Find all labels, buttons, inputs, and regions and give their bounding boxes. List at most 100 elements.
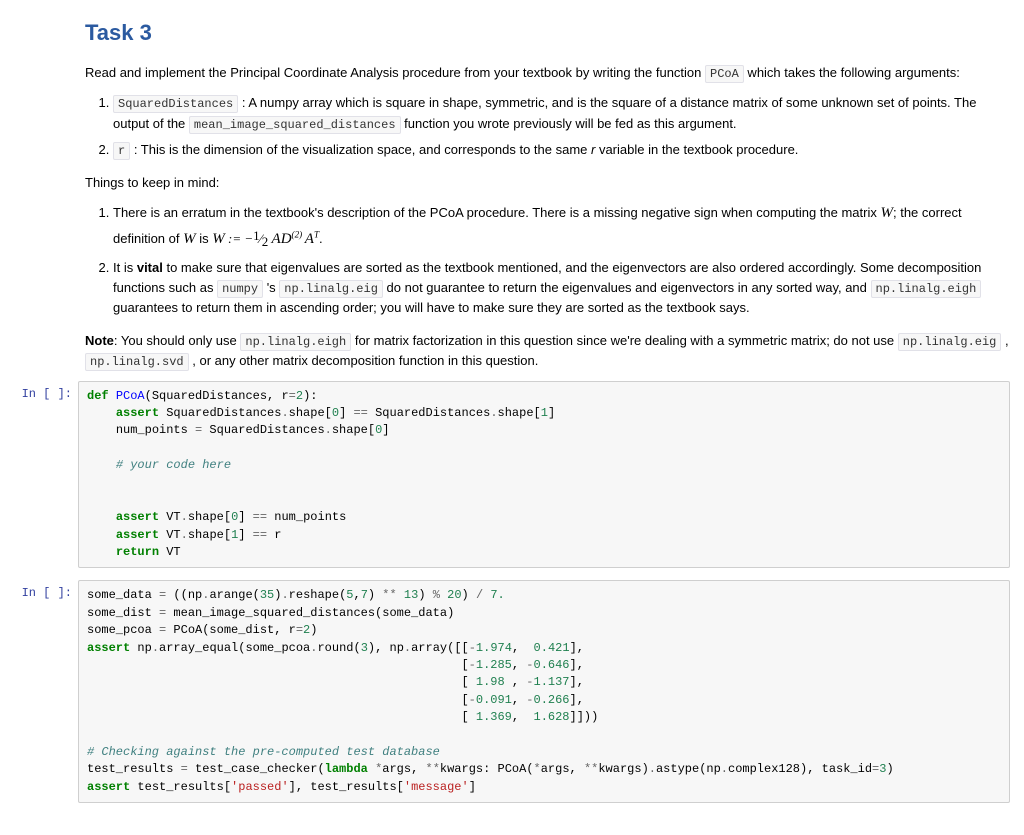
l2-m: shape[ bbox=[289, 406, 332, 420]
notebook: Task 3 Read and implement the Principal … bbox=[0, 0, 1024, 835]
l5-mid: ] bbox=[238, 510, 252, 524]
l1-op: = bbox=[289, 389, 296, 403]
l5-indent bbox=[87, 510, 116, 524]
math-formula: W := −1⁄2 AD(2) AT bbox=[212, 231, 319, 246]
l2-indent bbox=[87, 406, 116, 420]
blank1 bbox=[87, 441, 116, 455]
l4-indent bbox=[87, 458, 116, 472]
l6-kw: assert bbox=[116, 528, 159, 542]
intro-text-a: Read and implement the Principal Coordin… bbox=[85, 65, 705, 80]
l2-rest2: SquaredDistances bbox=[368, 406, 490, 420]
l6-mid: ] bbox=[238, 528, 252, 542]
c2l5: # Checking against the pre-computed test… bbox=[87, 745, 440, 759]
c2l4b: [-1.285, -0.646], bbox=[87, 658, 584, 672]
l5-rest: VT bbox=[159, 510, 181, 524]
c2l2: some_dist = mean_image_squared_distances… bbox=[87, 606, 454, 620]
note2-d: do not guarantee to return the eigenvalu… bbox=[383, 280, 871, 295]
c2l6: test_results = test_case_checker(lambda … bbox=[87, 762, 894, 776]
code-cell-2: In [ ]: some_data = ((np.arange(35).resh… bbox=[0, 580, 1024, 815]
note-code1: np.linalg.eigh bbox=[240, 333, 351, 351]
l6-m: shape[ bbox=[188, 528, 231, 542]
l6-op: . bbox=[181, 528, 188, 542]
l5-op2: == bbox=[253, 510, 267, 524]
c2l4d: [-0.091, -0.266], bbox=[87, 693, 584, 707]
note2-c: 's bbox=[263, 280, 279, 295]
l5-rest2: num_points bbox=[267, 510, 346, 524]
pcoa-code: PCoA bbox=[705, 65, 744, 83]
note-paragraph: Note: You should only use np.linalg.eigh… bbox=[85, 331, 1010, 371]
l3-end: ] bbox=[382, 423, 389, 437]
intro-text-b: which takes the following arguments: bbox=[744, 65, 960, 80]
note2-bold: vital bbox=[137, 260, 163, 275]
l7-rest: VT bbox=[159, 545, 181, 559]
math-W1: W bbox=[880, 205, 893, 220]
arg2-desc-a: : This is the dimension of the visualiza… bbox=[130, 142, 591, 157]
l1-close: ): bbox=[303, 389, 317, 403]
l6-rest: VT bbox=[159, 528, 181, 542]
l3-op2: . bbox=[325, 423, 332, 437]
l5-op: . bbox=[181, 510, 188, 524]
l2-op2: == bbox=[353, 406, 367, 420]
c2l4c: [ 1.98 , -1.137], bbox=[87, 675, 584, 689]
arg1-code: SquaredDistances bbox=[113, 95, 238, 113]
l1-num: 2 bbox=[296, 389, 303, 403]
arg1-desc-b: function you wrote previously will be fe… bbox=[401, 116, 737, 131]
l2-op3: . bbox=[490, 406, 497, 420]
arg-item-1: SquaredDistances : A numpy array which i… bbox=[113, 93, 1010, 134]
arg-item-2: r : This is the dimension of the visuali… bbox=[113, 140, 1010, 161]
arguments-list: SquaredDistances : A numpy array which i… bbox=[85, 93, 1010, 161]
l5-kw: assert bbox=[116, 510, 159, 524]
math-W2: W bbox=[183, 231, 196, 246]
l5-m: shape[ bbox=[188, 510, 231, 524]
kw-def: def bbox=[87, 389, 116, 403]
blank3 bbox=[87, 493, 116, 507]
intro-paragraph: Read and implement the Principal Coordin… bbox=[85, 63, 1010, 83]
l6-op2: == bbox=[253, 528, 267, 542]
notes-list: There is an erratum in the textbook's de… bbox=[85, 202, 1010, 318]
note-d: , bbox=[1001, 333, 1008, 348]
l2-mid: ] bbox=[339, 406, 353, 420]
note2-code1: numpy bbox=[217, 280, 263, 298]
l2-kw: assert bbox=[116, 406, 159, 420]
note-item-1: There is an erratum in the textbook's de… bbox=[113, 202, 1010, 251]
l3-rest2: SquaredDistances bbox=[202, 423, 324, 437]
things-heading: Things to keep in mind: bbox=[85, 173, 1010, 193]
blank2 bbox=[87, 476, 116, 490]
code-cell-1: In [ ]: def PCoA(SquaredDistances, r=2):… bbox=[0, 381, 1024, 581]
l1-rest: (SquaredDistances, r bbox=[145, 389, 289, 403]
l2-n1: 1 bbox=[541, 406, 548, 420]
l6-indent bbox=[87, 528, 116, 542]
markdown-cell: Task 3 Read and implement the Principal … bbox=[0, 16, 1024, 371]
l6-rest2: r bbox=[267, 528, 281, 542]
l2-end: ] bbox=[548, 406, 555, 420]
note2-code2: np.linalg.eig bbox=[279, 280, 383, 298]
c2l3: some_pcoa = PCoA(some_dist, r=2) bbox=[87, 623, 317, 637]
c2l1: some_data = ((np.arange(35).reshape(5,7)… bbox=[87, 588, 505, 602]
note1-c: is bbox=[196, 231, 213, 246]
l3-m: shape[ bbox=[332, 423, 375, 437]
c2l7: assert test_results['passed'], test_resu… bbox=[87, 780, 476, 794]
l7-indent bbox=[87, 545, 116, 559]
l2-op1: . bbox=[281, 406, 288, 420]
note-bold: Note bbox=[85, 333, 114, 348]
c2l4e: [ 1.369, 1.628]])) bbox=[87, 710, 598, 724]
l3-rest: num_points bbox=[116, 423, 195, 437]
code-input-1[interactable]: def PCoA(SquaredDistances, r=2): assert … bbox=[78, 381, 1010, 569]
l2-rest: SquaredDistances bbox=[159, 406, 281, 420]
note1-a: There is an erratum in the textbook's de… bbox=[113, 205, 880, 220]
code-input-2[interactable]: some_data = ((np.arange(35).reshape(5,7)… bbox=[78, 580, 1010, 803]
note-code3: np.linalg.svd bbox=[85, 353, 189, 371]
note2-code3: np.linalg.eigh bbox=[871, 280, 982, 298]
note2-e: guarantees to return them in ascending o… bbox=[113, 300, 750, 315]
c2l4a: assert np.array_equal(some_pcoa.round(3)… bbox=[87, 641, 584, 655]
note-c: for matrix factorization in this questio… bbox=[351, 333, 898, 348]
note-item-2: It is vital to make sure that eigenvalue… bbox=[113, 258, 1010, 319]
fn-name: PCoA bbox=[116, 389, 145, 403]
note2-a: It is bbox=[113, 260, 137, 275]
input-prompt-2: In [ ]: bbox=[10, 580, 78, 600]
note-e: , or any other matrix decomposition func… bbox=[189, 353, 539, 368]
l2-m2: shape[ bbox=[498, 406, 541, 420]
arg1-code2: mean_image_squared_distances bbox=[189, 116, 401, 134]
input-prompt: In [ ]: bbox=[10, 381, 78, 401]
arg2-desc-b: variable in the textbook procedure. bbox=[595, 142, 798, 157]
